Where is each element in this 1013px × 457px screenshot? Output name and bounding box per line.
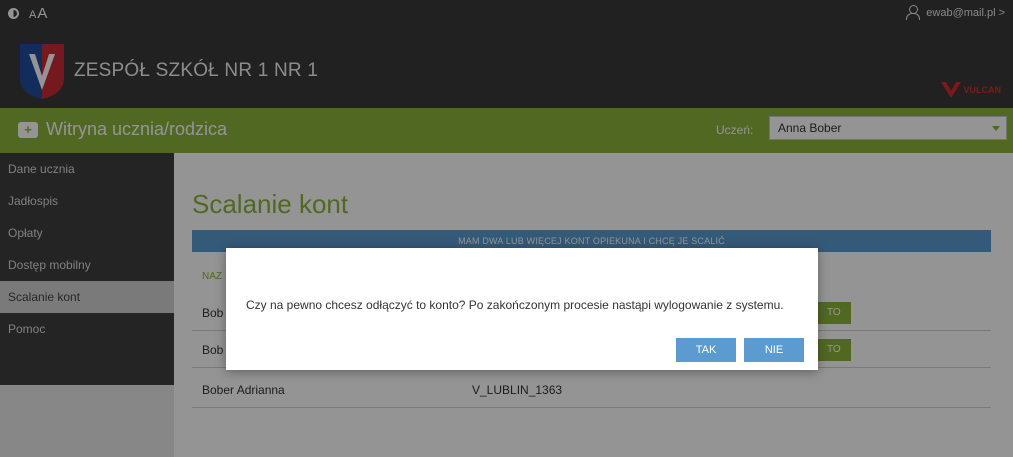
dialog-message: Czy na pewno chcesz odłączyć to konto? P… <box>246 298 784 312</box>
confirm-no-button[interactable]: NIE <box>744 338 804 362</box>
modal-backdrop[interactable] <box>0 0 1013 457</box>
confirm-dialog: Czy na pewno chcesz odłączyć to konto? P… <box>226 248 818 370</box>
confirm-yes-button[interactable]: TAK <box>676 338 736 362</box>
